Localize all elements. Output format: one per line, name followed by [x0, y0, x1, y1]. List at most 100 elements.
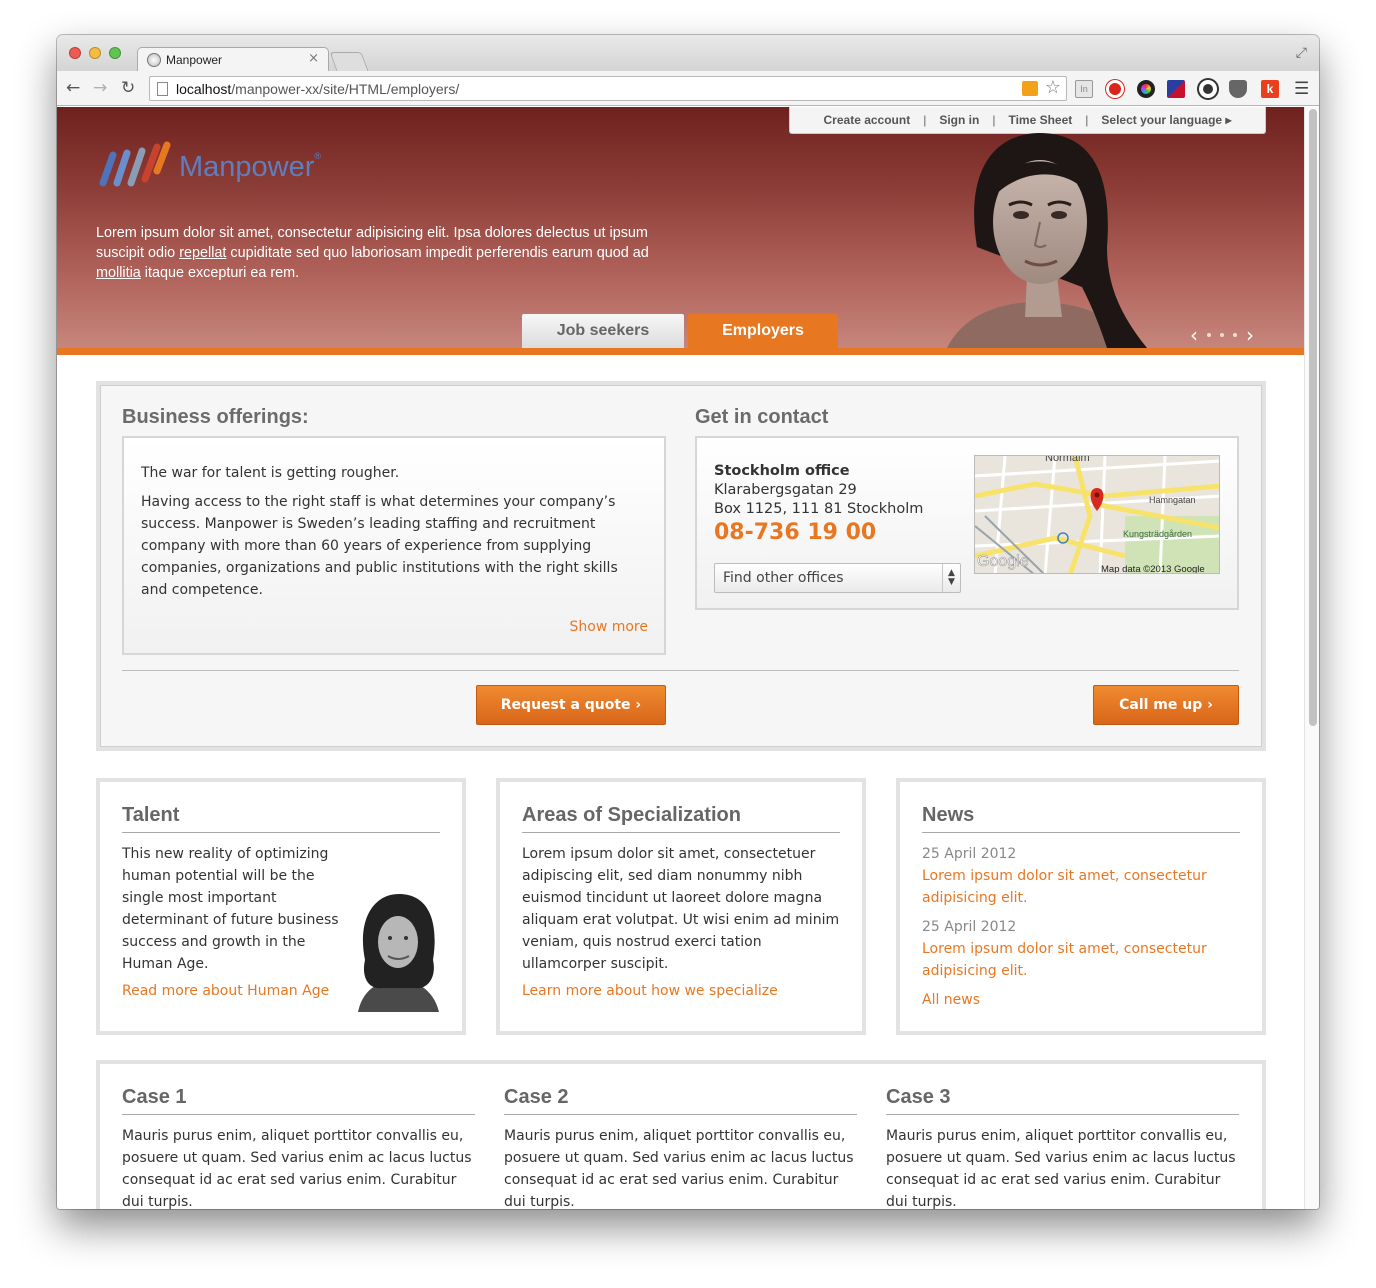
- create-account-link[interactable]: Create account: [824, 113, 911, 127]
- nav-separator: |: [992, 113, 996, 127]
- specialization-card: Areas of Specialization Lorem ipsum dolo…: [496, 778, 866, 1035]
- news-headline-link[interactable]: Lorem ipsum dolor sit amet, consectetur …: [922, 865, 1240, 909]
- tab-job-seekers[interactable]: Job seekers: [522, 314, 684, 348]
- case-body: Mauris purus enim, aliquet porttitor con…: [504, 1128, 854, 1209]
- back-arrow-icon[interactable]: ←: [66, 78, 80, 98]
- select-arrows-icon: ▲ ▼: [942, 564, 960, 592]
- k-extension-icon[interactable]: k: [1261, 80, 1279, 98]
- show-more-link[interactable]: Show more: [570, 619, 649, 635]
- find-offices-select[interactable]: Find other offices ▲ ▼: [714, 563, 961, 593]
- chevron-left-icon[interactable]: ‹: [1190, 325, 1198, 345]
- vertical-scrollbar[interactable]: [1304, 107, 1319, 1209]
- card-divider: [122, 1114, 475, 1115]
- specialize-link[interactable]: Learn more about how we specialize: [522, 980, 778, 1002]
- manpower-logo[interactable]: Manpower®: [95, 141, 335, 189]
- office-phone[interactable]: 08-736 19 00: [714, 519, 964, 547]
- map-label-street: Hamngatan: [1149, 495, 1196, 505]
- power-icon[interactable]: [1106, 80, 1124, 98]
- card-divider: [522, 832, 840, 833]
- window-controls: [69, 47, 121, 59]
- menu-icon[interactable]: ☰: [1294, 79, 1309, 99]
- language-selector[interactable]: Select your language ▸: [1101, 113, 1231, 127]
- call-me-up-button[interactable]: Call me up ›: [1093, 685, 1239, 725]
- office-name: Stockholm office: [714, 463, 850, 479]
- scrollbar-thumb[interactable]: [1309, 109, 1317, 726]
- hero-intro-text: Lorem ipsum dolor sit amet, consectetur …: [96, 225, 649, 281]
- card-divider: [922, 832, 1240, 833]
- close-window-button[interactable]: [69, 47, 81, 59]
- minimize-window-button[interactable]: [89, 47, 101, 59]
- cases-panel: Case 1 Mauris purus enim, aliquet portti…: [96, 1060, 1266, 1209]
- get-in-contact-heading: Get in contact: [695, 406, 829, 428]
- all-news-link[interactable]: All news: [922, 989, 1240, 1011]
- fullscreen-icon[interactable]: ⤢: [1296, 45, 1307, 61]
- specialization-title: Areas of Specialization: [522, 804, 741, 826]
- url-text[interactable]: localhost/manpower-xx/site/HTML/employer…: [176, 81, 459, 97]
- case-title: Case 3: [886, 1086, 951, 1108]
- flag-icon[interactable]: [1167, 80, 1185, 98]
- title-bar: Manpower × ⤢: [57, 35, 1319, 72]
- map-google-logo: Google: [977, 553, 1029, 570]
- page-icon: [157, 82, 168, 96]
- news-title: News: [922, 804, 975, 826]
- business-offerings-heading: Business offerings:: [122, 406, 309, 428]
- carousel-dot[interactable]: [1220, 333, 1224, 337]
- star-icon[interactable]: ☆: [1045, 77, 1061, 98]
- panel-divider: [122, 670, 1239, 671]
- human-age-link[interactable]: Read more about Human Age: [122, 980, 329, 1002]
- reload-icon[interactable]: ↻: [121, 78, 135, 98]
- logo-mark-icon: [99, 141, 171, 187]
- browser-window: Manpower × ⤢ ← → ↻ localhost/manpower-xx…: [57, 35, 1319, 1209]
- card-divider: [504, 1114, 857, 1115]
- offerings-body: Having access to the right staff is what…: [141, 494, 618, 598]
- request-quote-button[interactable]: Request a quote ›: [476, 685, 666, 725]
- page-viewport: Create account | Sign in | Time Sheet | …: [57, 107, 1319, 1209]
- carousel-controls: ‹ ›: [1190, 325, 1254, 345]
- card-divider: [886, 1114, 1239, 1115]
- office-address-line-1: Klarabergsgatan 29: [714, 482, 857, 498]
- hero-accent-bar: [57, 348, 1304, 355]
- tab-title: Manpower: [166, 53, 223, 67]
- talent-body: This new reality of optimizing human pot…: [122, 846, 339, 972]
- rss-icon[interactable]: [1022, 81, 1038, 96]
- carousel-dot[interactable]: [1233, 333, 1237, 337]
- talent-card: Talent This new reality of optimizing hu…: [96, 778, 466, 1035]
- globe-icon: [147, 53, 161, 67]
- hero-header: Create account | Sign in | Time Sheet | …: [57, 107, 1304, 348]
- tab-close-icon[interactable]: ×: [308, 51, 319, 66]
- time-sheet-link[interactable]: Time Sheet: [1008, 113, 1072, 127]
- sign-in-link[interactable]: Sign in: [939, 113, 979, 127]
- office-map[interactable]: Normalm Hamngatan Kungsträdgården Google…: [974, 455, 1220, 574]
- address-bar[interactable]: localhost/manpower-xx/site/HTML/employer…: [149, 76, 1067, 101]
- case-body: Mauris purus enim, aliquet porttitor con…: [122, 1128, 472, 1209]
- offerings-panel-inner: Business offerings: The war for talent i…: [100, 385, 1262, 747]
- offerings-panel: Business offerings: The war for talent i…: [96, 381, 1266, 751]
- chevron-right-icon[interactable]: ›: [1246, 325, 1254, 345]
- case-title: Case 2: [504, 1086, 569, 1108]
- hero-portrait-image: [947, 133, 1147, 348]
- nav-separator: |: [923, 113, 927, 127]
- extension-in-icon[interactable]: In: [1075, 80, 1093, 98]
- browser-toolbar: ← → ↻ localhost/manpower-xx/site/HTML/em…: [57, 71, 1319, 106]
- specialization-body: Lorem ipsum dolor sit amet, consectetuer…: [522, 846, 840, 972]
- audience-tabs: Job seekers Employers: [522, 314, 838, 348]
- carousel-dot[interactable]: [1207, 333, 1211, 337]
- gear-icon[interactable]: [1199, 80, 1217, 98]
- card-divider: [122, 832, 440, 833]
- talent-title: Talent: [122, 804, 180, 826]
- tab-employers[interactable]: Employers: [688, 314, 838, 348]
- color-wheel-icon[interactable]: [1137, 80, 1155, 98]
- zoom-window-button[interactable]: [109, 47, 121, 59]
- map-attribution: Map data ©2013 Google: [1101, 564, 1205, 574]
- case-title: Case 1: [122, 1086, 187, 1108]
- browser-tab[interactable]: Manpower ×: [137, 47, 329, 72]
- office-address-line-2: Box 1125, 111 81 Stockholm: [714, 501, 924, 517]
- contact-box: Stockholm office Klarabergsgatan 29 Box …: [695, 436, 1239, 610]
- mollitia-link[interactable]: mollitia: [96, 265, 141, 281]
- news-headline-link[interactable]: Lorem ipsum dolor sit amet, consectetur …: [922, 938, 1240, 982]
- pocket-icon[interactable]: [1229, 80, 1247, 98]
- new-tab-button[interactable]: [329, 52, 369, 71]
- forward-arrow-icon[interactable]: →: [93, 78, 107, 98]
- map-label-park: Kungsträdgården: [1123, 529, 1192, 539]
- repellat-link[interactable]: repellat: [179, 245, 226, 261]
